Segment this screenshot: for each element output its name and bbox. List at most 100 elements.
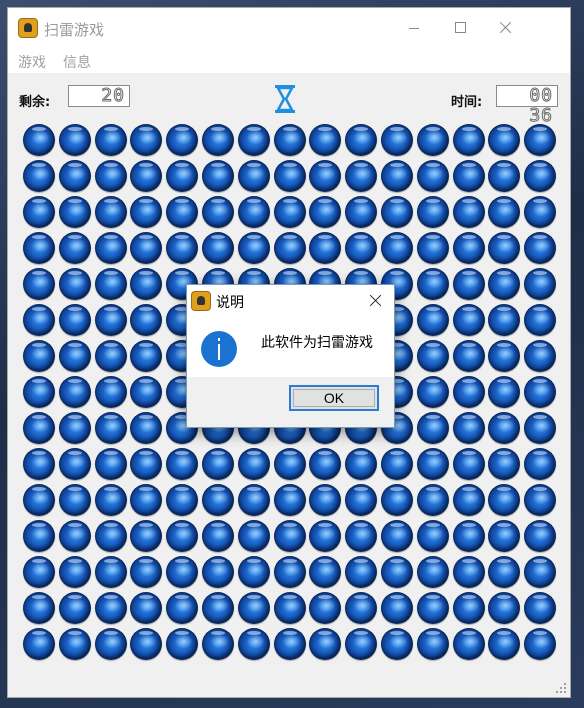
mine-cell[interactable] <box>343 231 379 267</box>
mine-cell[interactable] <box>164 195 200 231</box>
mine-cell[interactable] <box>236 447 272 483</box>
mine-cell[interactable] <box>93 375 129 411</box>
mine-cell[interactable] <box>486 411 522 447</box>
mine-cell[interactable] <box>379 123 415 159</box>
mine-cell[interactable] <box>128 627 164 663</box>
mine-cell[interactable] <box>307 591 343 627</box>
mine-cell[interactable] <box>522 195 558 231</box>
mine-cell[interactable] <box>57 267 93 303</box>
mine-cell[interactable] <box>343 483 379 519</box>
mine-cell[interactable] <box>93 195 129 231</box>
mine-cell[interactable] <box>200 627 236 663</box>
mine-cell[interactable] <box>21 231 57 267</box>
mine-cell[interactable] <box>379 447 415 483</box>
mine-cell[interactable] <box>415 447 451 483</box>
mine-cell[interactable] <box>486 555 522 591</box>
mine-cell[interactable] <box>486 303 522 339</box>
mine-cell[interactable] <box>236 519 272 555</box>
mine-cell[interactable] <box>272 159 308 195</box>
mine-cell[interactable] <box>21 375 57 411</box>
mine-cell[interactable] <box>522 411 558 447</box>
mine-cell[interactable] <box>415 411 451 447</box>
mine-cell[interactable] <box>451 591 487 627</box>
mine-cell[interactable] <box>486 267 522 303</box>
mine-cell[interactable] <box>200 555 236 591</box>
mine-cell[interactable] <box>307 483 343 519</box>
mine-cell[interactable] <box>93 627 129 663</box>
mine-cell[interactable] <box>522 123 558 159</box>
mine-cell[interactable] <box>128 159 164 195</box>
mine-cell[interactable] <box>379 195 415 231</box>
mine-cell[interactable] <box>307 231 343 267</box>
mine-cell[interactable] <box>93 159 129 195</box>
mine-cell[interactable] <box>236 591 272 627</box>
mine-cell[interactable] <box>128 483 164 519</box>
mine-cell[interactable] <box>451 411 487 447</box>
mine-cell[interactable] <box>486 627 522 663</box>
mine-cell[interactable] <box>522 483 558 519</box>
mine-cell[interactable] <box>415 231 451 267</box>
hourglass-icon[interactable] <box>274 84 296 114</box>
mine-cell[interactable] <box>415 483 451 519</box>
mine-cell[interactable] <box>451 231 487 267</box>
mine-cell[interactable] <box>128 447 164 483</box>
mine-cell[interactable] <box>379 555 415 591</box>
mine-cell[interactable] <box>451 627 487 663</box>
mine-cell[interactable] <box>128 267 164 303</box>
mine-cell[interactable] <box>272 555 308 591</box>
mine-cell[interactable] <box>522 375 558 411</box>
mine-cell[interactable] <box>57 411 93 447</box>
mine-cell[interactable] <box>415 267 451 303</box>
mine-cell[interactable] <box>164 483 200 519</box>
mine-cell[interactable] <box>451 519 487 555</box>
mine-cell[interactable] <box>522 303 558 339</box>
mine-cell[interactable] <box>93 303 129 339</box>
menu-info[interactable]: 信息 <box>63 52 91 72</box>
mine-cell[interactable] <box>486 591 522 627</box>
mine-cell[interactable] <box>128 195 164 231</box>
mine-cell[interactable] <box>236 483 272 519</box>
mine-cell[interactable] <box>272 519 308 555</box>
mine-cell[interactable] <box>379 519 415 555</box>
mine-cell[interactable] <box>522 627 558 663</box>
mine-cell[interactable] <box>272 123 308 159</box>
mine-cell[interactable] <box>128 591 164 627</box>
mine-cell[interactable] <box>379 591 415 627</box>
menu-game[interactable]: 游戏 <box>18 52 46 72</box>
mine-cell[interactable] <box>21 447 57 483</box>
mine-cell[interactable] <box>451 483 487 519</box>
mine-cell[interactable] <box>128 555 164 591</box>
mine-cell[interactable] <box>343 519 379 555</box>
mine-cell[interactable] <box>93 339 129 375</box>
mine-cell[interactable] <box>236 555 272 591</box>
mine-cell[interactable] <box>236 231 272 267</box>
mine-cell[interactable] <box>93 447 129 483</box>
mine-cell[interactable] <box>307 195 343 231</box>
mine-cell[interactable] <box>451 267 487 303</box>
mine-cell[interactable] <box>93 267 129 303</box>
mine-cell[interactable] <box>164 555 200 591</box>
mine-cell[interactable] <box>21 627 57 663</box>
mine-cell[interactable] <box>307 519 343 555</box>
mine-cell[interactable] <box>486 159 522 195</box>
mine-cell[interactable] <box>522 555 558 591</box>
mine-cell[interactable] <box>486 195 522 231</box>
mine-cell[interactable] <box>128 519 164 555</box>
mine-cell[interactable] <box>343 159 379 195</box>
mine-cell[interactable] <box>200 159 236 195</box>
mine-cell[interactable] <box>343 591 379 627</box>
mine-cell[interactable] <box>236 123 272 159</box>
mine-cell[interactable] <box>415 375 451 411</box>
mine-cell[interactable] <box>307 555 343 591</box>
mine-cell[interactable] <box>128 375 164 411</box>
mine-cell[interactable] <box>415 303 451 339</box>
mine-cell[interactable] <box>486 447 522 483</box>
mine-cell[interactable] <box>21 267 57 303</box>
mine-cell[interactable] <box>57 591 93 627</box>
mine-cell[interactable] <box>343 195 379 231</box>
mine-cell[interactable] <box>200 123 236 159</box>
mine-cell[interactable] <box>486 231 522 267</box>
mine-cell[interactable] <box>57 195 93 231</box>
dialog-close-button[interactable] <box>357 285 395 317</box>
mine-cell[interactable] <box>200 591 236 627</box>
